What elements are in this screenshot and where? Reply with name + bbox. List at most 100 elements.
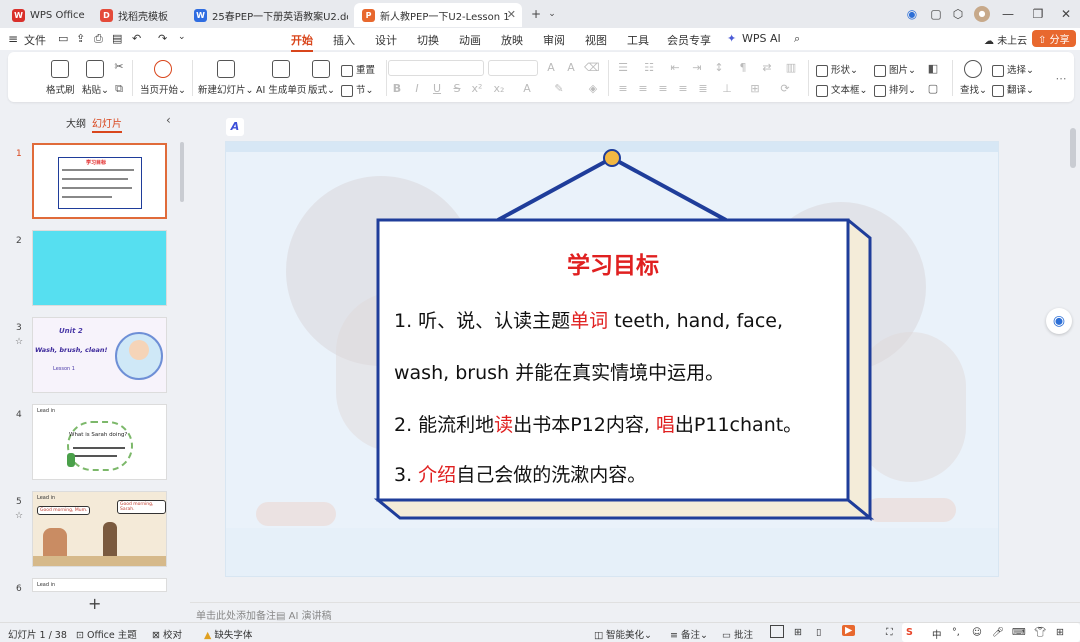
print-icon[interactable]: ⎙ (94, 32, 103, 46)
font-family-select[interactable] (388, 60, 484, 76)
star-icon[interactable]: ☆ (15, 337, 23, 347)
layout-button[interactable]: 版式⌄ (308, 60, 335, 96)
slide-title[interactable]: 学习目标 (378, 246, 848, 280)
subscript-icon[interactable]: x₂ (492, 82, 506, 96)
align-left-icon[interactable]: ≡ (616, 82, 630, 96)
export-icon[interactable]: ⇪ (76, 32, 85, 45)
menu-file[interactable]: 文件 (24, 32, 46, 48)
cube-icon[interactable]: ⬡ (950, 6, 966, 22)
ai-float-icon[interactable]: ◉ (1046, 308, 1072, 334)
text-direction-icon[interactable]: ⇄ (760, 61, 774, 75)
font-size-select[interactable] (488, 60, 538, 76)
add-slide-button[interactable]: + (88, 594, 101, 613)
outline-icon[interactable]: ▢ (926, 82, 940, 96)
decrease-indent-icon[interactable]: ⇤ (668, 61, 682, 75)
tab-docer[interactable]: D 找稻壳模板 (92, 3, 178, 27)
section-button[interactable]: 节⌄ (341, 82, 373, 97)
close-tab-icon[interactable]: ✕ (507, 8, 516, 21)
reset-button[interactable]: 重置 (341, 62, 375, 77)
tab-word-doc[interactable]: W 25春PEP一下册英语教案U2.doc (186, 3, 348, 27)
reading-view-icon[interactable]: ▯ (816, 627, 821, 638)
smart-art-icon[interactable]: ⊞ (748, 82, 762, 96)
cut-icon[interactable]: ✂ (112, 60, 126, 74)
menu-home[interactable]: 开始 (291, 32, 313, 52)
menu-member[interactable]: 会员专享 (667, 32, 711, 48)
window-mode-icon[interactable]: ▢ (928, 6, 944, 22)
bold-icon[interactable]: B (390, 82, 404, 96)
bullet-list-icon[interactable]: ☰ (616, 61, 630, 75)
select-button[interactable]: 选择⌄ (992, 62, 1034, 77)
share-button[interactable]: ⇧ 分享 (1032, 30, 1076, 47)
copy-icon[interactable]: ⧉ (112, 82, 126, 96)
menu-animation[interactable]: 动画 (459, 32, 481, 48)
save-icon[interactable]: ▭ (58, 32, 68, 45)
paragraph-icon[interactable]: ¶ (736, 61, 750, 75)
superscript-icon[interactable]: x² (470, 82, 484, 96)
tab-ppt-active[interactable]: P 新人教PEP一下U2-Lesson 1 ✕ (354, 3, 522, 27)
menu-wps-ai[interactable]: WPS AI (742, 32, 781, 45)
decrease-font-icon[interactable]: A (564, 61, 578, 75)
more-chevron-icon[interactable]: ⌄ (178, 32, 186, 42)
slide-thumbnail-4[interactable]: Lead in What is Sarah doing? (32, 404, 167, 480)
ime-mode-label[interactable]: 中 (932, 627, 942, 641)
avatar[interactable]: ● (974, 6, 990, 22)
columns-icon[interactable]: ▥ (784, 61, 798, 75)
minimize-icon[interactable]: — (1000, 6, 1016, 22)
numbered-list-icon[interactable]: ☷ (642, 61, 656, 75)
vertical-align-icon[interactable]: ⊥ (720, 82, 734, 96)
notes-placeholder[interactable]: 单击此处添加备注 (196, 607, 276, 622)
slides-tab[interactable]: 幻灯片 (92, 115, 122, 133)
paste-button[interactable]: 粘贴⌄ (82, 60, 109, 96)
picture-button[interactable]: 图片⌄ (874, 62, 916, 77)
redo-icon[interactable]: ↷ (158, 32, 167, 45)
find-button[interactable]: 查找⌄ (960, 60, 987, 96)
theme-indicator[interactable]: ⊡ Office 主题 (76, 627, 137, 641)
from-current-button[interactable]: 当页开始⌄ (140, 60, 186, 96)
menu-design[interactable]: 设计 (375, 32, 397, 48)
menu-insert[interactable]: 插入 (333, 32, 355, 48)
editor-scrollbar[interactable] (1070, 128, 1076, 168)
objective-2[interactable]: 2. 能流利地读出书本P12内容, 唱出P11chant。 (394, 410, 844, 437)
menu-transition[interactable]: 切换 (417, 32, 439, 48)
fill-icon[interactable]: ◧ (926, 62, 940, 76)
slide-thumbnail-5[interactable]: Lead in Good morning, Mum. Good morning,… (32, 491, 167, 567)
apps-icon[interactable]: ⊞ (1056, 627, 1064, 638)
play-slideshow-icon[interactable]: ▶ (842, 625, 856, 636)
missing-font-button[interactable]: ▲ 缺失字体 (204, 627, 252, 641)
ai-assistant-icon[interactable]: A (226, 118, 244, 136)
undo-icon[interactable]: ↶ (132, 32, 141, 45)
tab-wps-office[interactable]: W WPS Office (4, 3, 86, 27)
menu-review[interactable]: 审阅 (543, 32, 565, 48)
arrange-button[interactable]: 排列⌄ (874, 82, 916, 97)
ai-script-button[interactable]: ▤ AI 演讲稿 (276, 607, 332, 622)
objective-3[interactable]: 3. 介绍自己会做的洗漱内容。 (394, 460, 844, 487)
more-icon[interactable]: ⋯ (1054, 72, 1068, 86)
notes-toggle[interactable]: ≡ 备注⌄ (670, 627, 708, 641)
panel-scrollbar[interactable] (180, 142, 184, 202)
tab-list-chevron-icon[interactable]: ⌄ (544, 6, 560, 22)
slide-thumbnail-6[interactable]: Lead in (32, 578, 167, 592)
format-painter-button[interactable]: 格式刷 (46, 60, 75, 96)
menu-tools[interactable]: 工具 (627, 32, 649, 48)
clothes-icon[interactable]: 👕︎ (1034, 627, 1046, 638)
convert-icon[interactable]: ⟳ (778, 82, 792, 96)
close-window-icon[interactable]: ✕ (1058, 6, 1074, 22)
collapse-panel-icon[interactable]: ‹ (166, 113, 171, 127)
hamburger-icon[interactable]: ≡ (8, 32, 18, 46)
comments-toggle[interactable]: ▭ 批注 (722, 627, 753, 641)
keyboard-icon[interactable]: ⌨ (1012, 627, 1026, 638)
highlight-icon[interactable]: ✎ (552, 82, 566, 96)
microphone-icon[interactable]: 🎤︎ (992, 627, 1004, 638)
outline-tab[interactable]: 大纲 (66, 115, 86, 130)
distribute-icon[interactable]: ≣ (696, 82, 710, 96)
new-tab-icon[interactable]: + (528, 6, 544, 22)
emoji-icon[interactable]: ☺ (972, 627, 982, 638)
slide-thumbnail-1[interactable]: 学习目标 (32, 143, 167, 219)
normal-view-icon[interactable] (770, 625, 784, 638)
print-preview-icon[interactable]: ▤ (112, 32, 122, 45)
strikethrough-icon[interactable]: S (450, 82, 464, 96)
slide-thumbnail-2[interactable] (32, 230, 167, 306)
text-effects-icon[interactable]: ◈ (586, 82, 600, 96)
fit-screen-icon[interactable]: ⛶ (886, 627, 893, 638)
new-slide-button[interactable]: 新建幻灯片⌄ (198, 60, 253, 96)
